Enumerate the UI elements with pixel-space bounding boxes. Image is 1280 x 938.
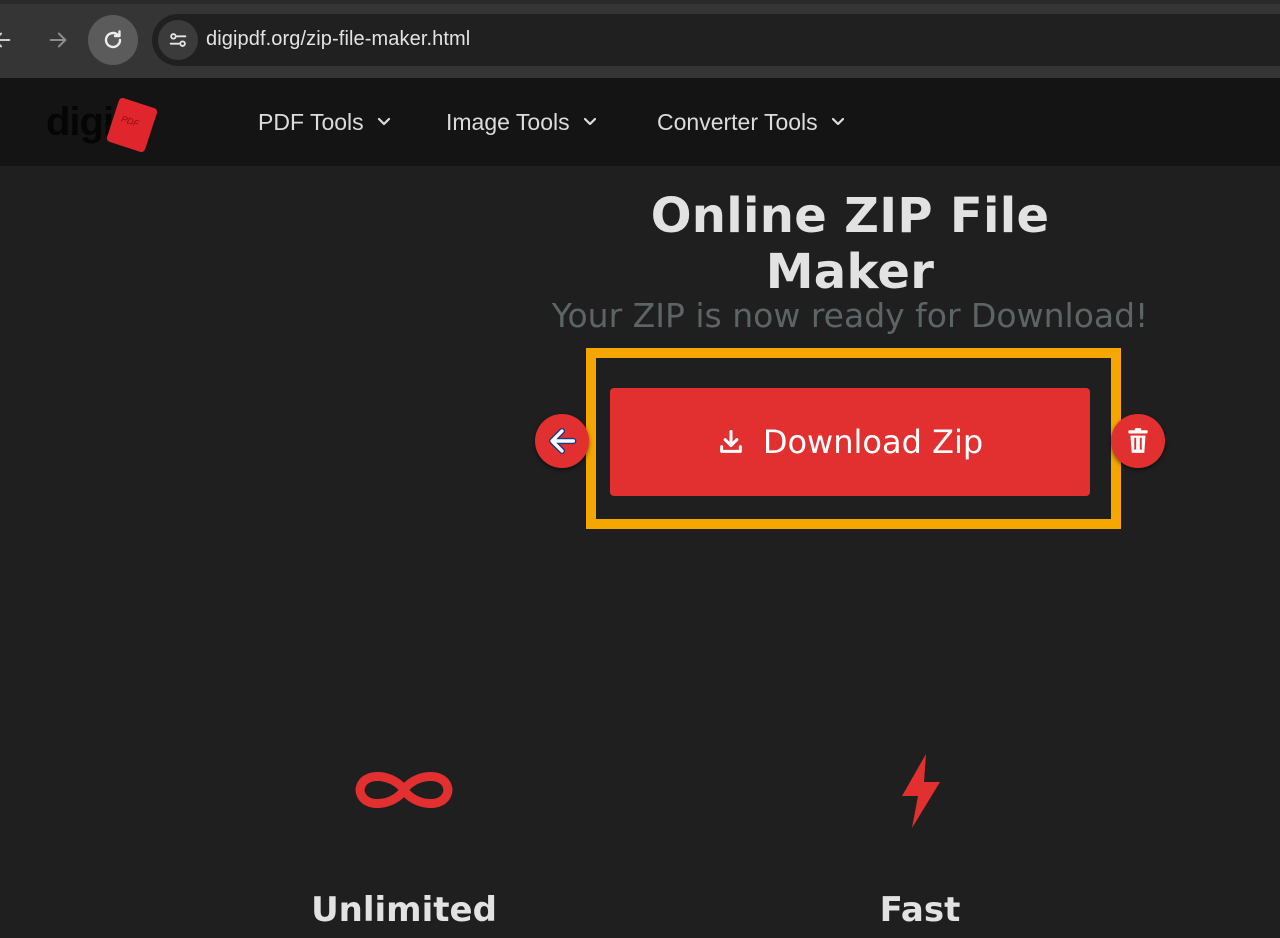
chevron-down-icon: [377, 117, 390, 126]
feature-unlimited-label: Unlimited: [311, 890, 497, 930]
chevron-down-icon: [831, 117, 844, 126]
menu-image-tools-label: Image Tools: [446, 108, 570, 135]
menu-pdf-tools[interactable]: PDF Tools: [258, 108, 392, 136]
download-zip-button[interactable]: Download Zip: [610, 388, 1090, 496]
menu-converter-tools-label: Converter Tools: [657, 108, 818, 135]
ready-message: Your ZIP is now ready for Download!: [551, 296, 1149, 335]
menu-pdf-tools-label: PDF Tools: [258, 108, 364, 135]
back-button[interactable]: [535, 414, 589, 468]
site-info-button[interactable]: [158, 20, 198, 60]
lightning-bolt-icon: [902, 754, 940, 828]
page-title: Online ZIP File Maker: [650, 188, 1050, 300]
reload-icon: [104, 30, 122, 49]
browser-toolbar: digipdf.org/zip-file-maker.html: [0, 0, 1280, 78]
browser-forward-button[interactable]: [36, 18, 80, 62]
site-settings-icon: [169, 33, 187, 47]
arrow-right-icon: [49, 32, 67, 48]
logo-pdf-badge: PDF: [105, 96, 159, 154]
download-zip-label: Download Zip: [762, 423, 984, 461]
arrow-left-icon: [548, 427, 577, 455]
feature-fast-label: Fast: [879, 890, 961, 930]
url-text[interactable]: digipdf.org/zip-file-maker.html: [206, 28, 470, 51]
chevron-down-icon: [583, 117, 596, 126]
site-header: digi PDF PDF Tools Image Tools Converter…: [0, 78, 1280, 166]
logo-badge-text: PDF: [119, 113, 141, 129]
arrow-left-icon: [0, 32, 11, 48]
trash-icon: [1128, 428, 1148, 453]
delete-button[interactable]: [1111, 414, 1165, 468]
site-logo[interactable]: digi PDF: [44, 96, 159, 154]
download-icon: [719, 429, 742, 453]
browser-back-button[interactable]: [0, 18, 24, 62]
tab-strip-edge: [0, 0, 1280, 4]
menu-converter-tools[interactable]: Converter Tools: [657, 108, 846, 136]
logo-text: digi: [46, 100, 114, 144]
browser-reload-button[interactable]: [88, 15, 138, 65]
menu-image-tools[interactable]: Image Tools: [446, 108, 598, 136]
address-bar[interactable]: digipdf.org/zip-file-maker.html: [152, 14, 1280, 66]
infinity-icon: [355, 772, 453, 808]
